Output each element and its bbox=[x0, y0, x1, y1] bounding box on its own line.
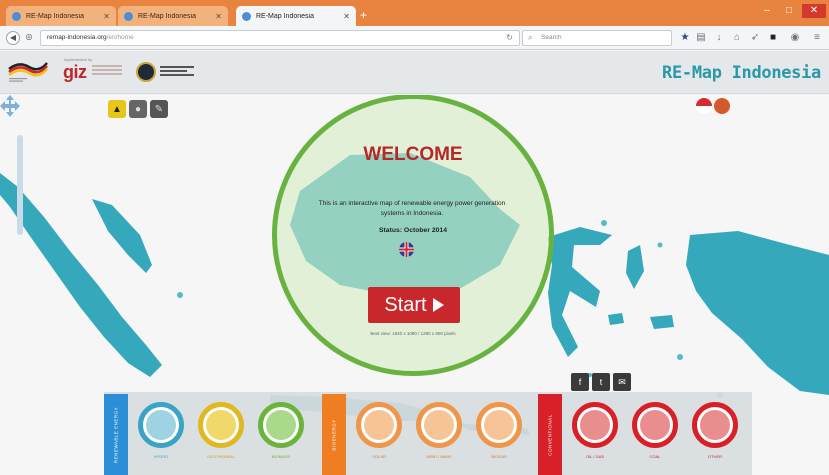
water-drop-icon bbox=[146, 410, 176, 440]
globe-icon bbox=[12, 11, 21, 21]
ministry-logo[interactable] bbox=[136, 62, 194, 82]
uk-flag-icon[interactable] bbox=[399, 242, 414, 257]
sulawesi-island bbox=[548, 227, 612, 357]
back-arrow-icon[interactable]: ◀ bbox=[6, 31, 20, 45]
globe-icon bbox=[124, 11, 133, 21]
energy-item-wind[interactable]: WIND / WAVE bbox=[414, 402, 464, 468]
papua-island bbox=[686, 231, 829, 395]
maximize-button[interactable]: □ bbox=[780, 4, 798, 18]
start-label: Start bbox=[384, 293, 427, 316]
uk-flag-icon[interactable] bbox=[714, 98, 730, 114]
close-icon[interactable]: ✕ bbox=[215, 12, 222, 21]
twitter-icon[interactable]: t bbox=[592, 373, 610, 391]
sun-icon bbox=[206, 410, 236, 440]
welcome-dialog: WELCOME This is an interactive map of re… bbox=[272, 95, 554, 376]
tab-title: RE-Map Indonesia bbox=[256, 12, 314, 20]
other-icon bbox=[700, 410, 730, 440]
energy-item-other[interactable]: OTHER bbox=[690, 402, 740, 468]
energy-item-hydro[interactable]: HYDRO bbox=[136, 402, 186, 468]
energy-type-toolbar: RENEWABLE ENERGY BIOENERGY CONVENTIONAL … bbox=[104, 392, 752, 475]
facebook-icon[interactable]: f bbox=[571, 373, 589, 391]
welcome-status: Status: October 2014 bbox=[379, 227, 447, 234]
energy-item-biomass[interactable]: BIOMASS bbox=[256, 402, 306, 468]
start-button[interactable]: Start bbox=[368, 287, 460, 323]
pocket-icon[interactable]: ■ bbox=[766, 31, 780, 45]
extension-icon[interactable]: ◉ bbox=[788, 31, 802, 45]
energy-item-coal[interactable]: COAL bbox=[630, 402, 680, 468]
browser-nav-bar: ◀ ◎ remap-indonesia.org/en/home ↻ ⌕ Sear… bbox=[0, 26, 829, 50]
zoom-slider[interactable] bbox=[17, 135, 23, 235]
giz-logo[interactable]: giz bbox=[63, 62, 87, 83]
url-bar[interactable]: remap-indonesia.org/en/home ↻ bbox=[40, 30, 520, 46]
search-icon: ⌕ bbox=[528, 33, 533, 42]
download-icon[interactable]: ↓ bbox=[712, 31, 726, 45]
welcome-title: WELCOME bbox=[363, 144, 463, 165]
hazard-icon[interactable]: ▲ bbox=[108, 100, 126, 118]
solar-icon bbox=[364, 410, 394, 440]
tab-title: RE-Map Indonesia bbox=[26, 12, 84, 20]
play-icon bbox=[432, 298, 444, 312]
tools-icon[interactable]: ✎ bbox=[150, 100, 168, 118]
leaf-icon bbox=[266, 410, 296, 440]
pan-control-icon[interactable] bbox=[0, 95, 20, 117]
maluku-islands bbox=[608, 245, 674, 329]
category-conventional[interactable]: CONVENTIONAL bbox=[538, 394, 562, 475]
tab-title: RE-Map Indonesia bbox=[138, 12, 196, 20]
ministry-emblem-icon bbox=[136, 62, 156, 82]
search-input[interactable]: ⌕ Search bbox=[522, 30, 672, 46]
globe-icon[interactable]: ● bbox=[129, 100, 147, 118]
close-icon[interactable]: ✕ bbox=[343, 12, 350, 21]
home-icon[interactable]: ⌂ bbox=[730, 31, 744, 45]
star-icon[interactable]: ★ bbox=[678, 31, 692, 45]
clipboard-icon[interactable]: ▤ bbox=[694, 31, 708, 45]
oil-icon bbox=[580, 410, 610, 440]
german-cooperation-logo[interactable] bbox=[7, 59, 49, 83]
coal-icon bbox=[640, 410, 670, 440]
mail-icon[interactable]: ✉ bbox=[613, 373, 631, 391]
energy-item-geothermal[interactable]: GEOTHERMAL bbox=[196, 402, 246, 468]
browser-tab-bar: RE-Map Indonesia ✕ RE-Map Indonesia ✕ RE… bbox=[0, 0, 829, 26]
identity-icon[interactable]: ◎ bbox=[22, 31, 36, 45]
layer-buttons: ▲ ● ✎ bbox=[108, 100, 168, 118]
language-switcher bbox=[696, 98, 730, 114]
wind-icon bbox=[424, 410, 454, 440]
biogas-icon bbox=[484, 410, 514, 440]
energy-item-solar[interactable]: SOLAR bbox=[354, 402, 404, 468]
category-bioenergy[interactable]: BIOENERGY bbox=[322, 394, 346, 475]
energy-item-biogas[interactable]: BIOGAS bbox=[474, 402, 524, 468]
sumatra-island bbox=[0, 173, 162, 377]
close-window-button[interactable]: ✕ bbox=[802, 4, 826, 18]
energy-item-oil[interactable]: OIL / GAS bbox=[570, 402, 620, 468]
welcome-language-flags bbox=[399, 242, 414, 257]
browser-tab-active[interactable]: RE-Map Indonesia ✕ bbox=[236, 6, 356, 26]
site-header: implemented by giz RE-Map Indonesia bbox=[0, 51, 829, 94]
url-text: remap-indonesia.org/en/home bbox=[47, 34, 134, 41]
malay-peninsula bbox=[92, 199, 152, 273]
close-icon[interactable]: ✕ bbox=[103, 12, 110, 21]
send-icon[interactable]: ➶ bbox=[748, 31, 762, 45]
giz-subtitle bbox=[92, 65, 122, 79]
browser-tab[interactable]: RE-Map Indonesia ✕ bbox=[118, 6, 228, 26]
menu-icon[interactable]: ≡ bbox=[810, 31, 824, 45]
indonesia-flag-icon[interactable] bbox=[696, 98, 712, 114]
social-buttons: f t ✉ bbox=[571, 373, 631, 391]
category-renewable[interactable]: RENEWABLE ENERGY bbox=[104, 394, 128, 475]
globe-icon bbox=[242, 11, 251, 21]
browser-tab[interactable]: RE-Map Indonesia ✕ bbox=[6, 6, 116, 26]
new-tab-button[interactable]: + bbox=[360, 8, 367, 22]
minimize-button[interactable]: – bbox=[758, 4, 776, 18]
site-title[interactable]: RE-Map Indonesia bbox=[662, 63, 821, 83]
search-placeholder: Search bbox=[541, 34, 562, 41]
resolution-hint: Best view: 1920 x 1080 / 1280 x 800 pixe… bbox=[370, 331, 456, 336]
reload-icon[interactable]: ↻ bbox=[506, 33, 513, 42]
welcome-description: This is an interactive map of renewable … bbox=[318, 200, 506, 217]
